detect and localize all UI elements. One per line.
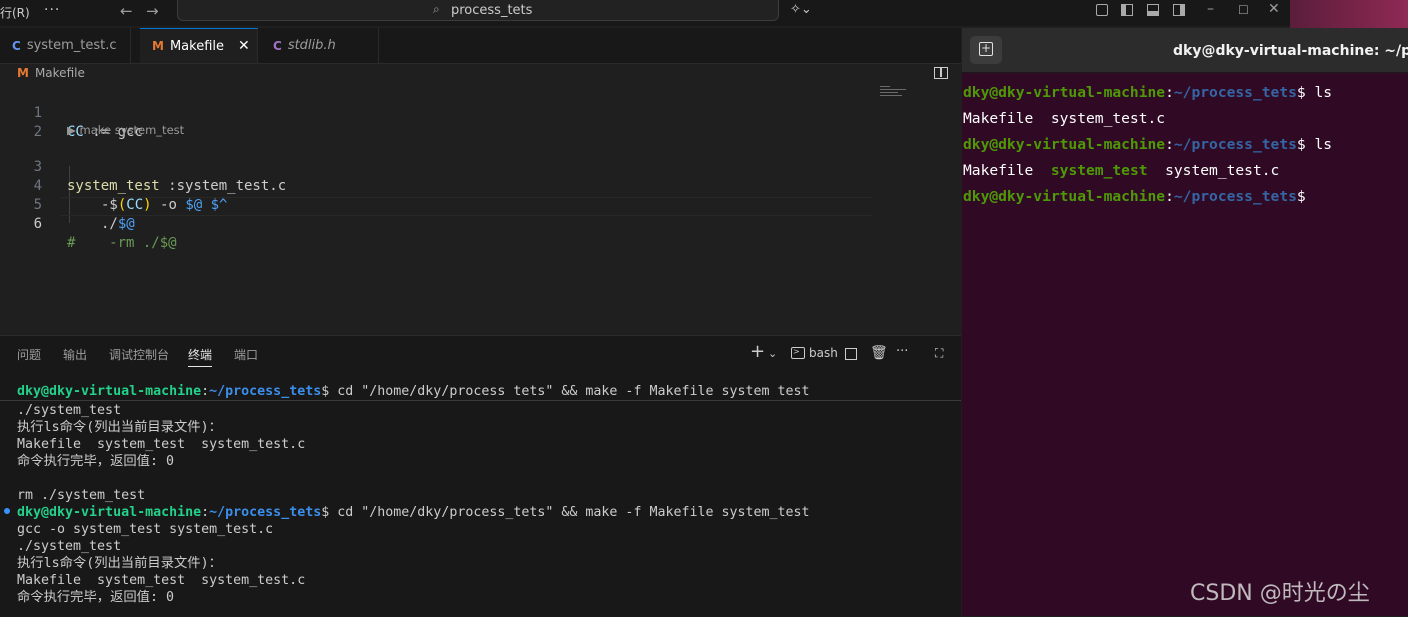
terminal-window-title: dky@dky-virtual-machine: ~/proc <box>1173 43 1408 59</box>
terminal-line: 命令执行完毕，返回值: 0 <box>17 590 174 605</box>
line-number: 6 <box>33 216 42 232</box>
terminal-line: Makefile system_test system_test.c <box>17 573 306 588</box>
terminal-line: dky@dky-virtual-machine:~/process_tets$ … <box>963 84 1333 101</box>
terminal-line: Makefile system_test.c <box>963 110 1166 127</box>
desktop-background <box>1290 0 1408 28</box>
watermark: CSDN @时光の尘 <box>1190 581 1370 606</box>
tab-label: system_test.c <box>26 38 117 53</box>
title-bar: 行(R) ··· ← → ⌕ process_tets ✧⌄ – ☐ ✕ <box>0 0 1290 26</box>
close-icon[interactable]: ✕ <box>1268 1 1280 17</box>
makefile-icon: M <box>17 66 29 80</box>
terminal-line: dky@dky-virtual-machine:~/process_tets$ … <box>17 505 810 520</box>
tab-terminal[interactable]: 终端 <box>188 346 213 367</box>
tab-output[interactable]: 输出 <box>63 346 87 363</box>
more-actions-icon[interactable]: ··· <box>896 344 908 359</box>
layout-icon[interactable] <box>1096 4 1108 16</box>
back-arrow-icon[interactable]: ← <box>120 2 133 20</box>
sidebar-right-icon[interactable] <box>1173 4 1185 16</box>
terminal-line: dky@dky-virtual-machine:~/process_tets$ … <box>963 136 1333 153</box>
copilot-icon[interactable]: ✧⌄ <box>790 2 812 17</box>
terminal-line: ./system_test <box>17 539 122 554</box>
terminal-shell-name[interactable]: bash <box>809 346 838 360</box>
tab-label: Makefile <box>169 38 224 54</box>
minimize-icon[interactable]: – <box>1207 1 1214 17</box>
terminal-line: Makefile system_test system_test.c <box>17 437 306 452</box>
maximize-panel-icon[interactable]: ⛶ <box>935 346 943 361</box>
search-text: process_tets <box>451 3 533 18</box>
terminal-header-bar: + dky@dky-virtual-machine: ~/proc <box>962 28 1408 73</box>
close-tab-icon[interactable]: ✕ <box>238 38 250 54</box>
more-menu-icon[interactable]: ··· <box>44 2 60 18</box>
bottom-panel: 问题 输出 调试控制台 终端 端口 + ⌄ > bash 🗑 ··· ⛶ dky… <box>0 335 961 617</box>
token-auto-var: $@ <box>117 216 135 232</box>
token-comment: # -rm ./$@ <box>67 235 177 251</box>
terminal-command-separator <box>0 400 961 401</box>
code-editor[interactable]: 1 CC := gcc 2 ▶ make system_test 3 syste… <box>0 84 961 334</box>
forward-arrow-icon[interactable]: → <box>146 2 159 20</box>
tab-debug-console[interactable]: 调试控制台 <box>109 346 169 363</box>
code-line: 2 <box>0 104 900 140</box>
terminal-line: 命令执行完毕，返回值: 0 <box>17 454 174 469</box>
terminal-line: ./system_test <box>17 403 122 418</box>
tab-stdlib-h[interactable]: C stdlib.h <box>261 28 379 63</box>
minimap[interactable] <box>880 86 908 96</box>
new-terminal-icon[interactable]: + <box>750 341 765 362</box>
terminal-line: 执行ls命令(列出当前目录文件)： <box>17 556 222 571</box>
sidebar-left-icon[interactable] <box>1121 4 1133 16</box>
breadcrumb[interactable]: M Makefile <box>17 66 85 80</box>
command-center-search[interactable]: ⌕ process_tets <box>177 0 779 21</box>
new-tab-icon: + <box>979 41 993 56</box>
chevron-down-icon[interactable]: ⌄ <box>768 347 777 360</box>
trash-icon[interactable]: 🗑 <box>870 345 888 361</box>
code-line: 5 ./$@ <box>0 177 900 232</box>
tab-makefile[interactable]: M Makefile ✕ <box>140 28 258 63</box>
terminal-line: gcc -o system_test system_test.c <box>17 522 274 537</box>
c-header-icon: C <box>273 38 282 53</box>
c-file-icon: C <box>12 38 21 53</box>
terminal-line: rm ./system_test <box>17 488 146 503</box>
ubuntu-terminal-window[interactable]: + dky@dky-virtual-machine: ~/proc dky@dk… <box>962 28 1408 616</box>
tab-problems[interactable]: 问题 <box>17 346 41 363</box>
terminal-icon: > <box>791 347 805 359</box>
token: ./ <box>101 216 118 232</box>
new-tab-button[interactable]: + <box>970 36 1002 64</box>
terminal-line: dky@dky-virtual-machine:~/process_tets$ … <box>17 384 810 399</box>
command-decoration-icon[interactable] <box>4 508 10 514</box>
terminal-line: Makefile system_test system_test.c <box>963 162 1280 179</box>
terminal-line: dky@dky-virtual-machine:~/process_tets$ <box>963 188 1306 205</box>
breadcrumb-file[interactable]: Makefile <box>35 66 85 80</box>
tab-label: stdlib.h <box>287 38 336 53</box>
makefile-icon: M <box>152 39 164 53</box>
editor-tab-bar: C system_test.c M Makefile ✕ C stdlib.h <box>0 28 961 79</box>
tab-system-test-c[interactable]: C system_test.c <box>0 28 131 63</box>
search-icon: ⌕ <box>433 2 440 16</box>
split-editor-icon[interactable] <box>934 67 948 79</box>
menu-run[interactable]: 行(R) <box>0 4 30 21</box>
code-line: 3 system_test :system_test.c <box>0 139 900 194</box>
code-line: 6 # -rm ./$@ <box>0 196 900 251</box>
code-line: 1 CC := gcc <box>0 85 900 140</box>
split-terminal-icon[interactable] <box>845 348 857 360</box>
codelens-run-target[interactable]: ▶ make system_test <box>67 123 184 137</box>
terminal-line: 执行ls命令(列出当前目录文件)： <box>17 420 222 435</box>
maximize-icon[interactable]: ☐ <box>1238 3 1249 17</box>
code-line: 4 -$(CC) -o $@ $^ <box>0 158 900 213</box>
panel-icon[interactable] <box>1147 4 1159 16</box>
tab-ports[interactable]: 端口 <box>234 346 258 363</box>
